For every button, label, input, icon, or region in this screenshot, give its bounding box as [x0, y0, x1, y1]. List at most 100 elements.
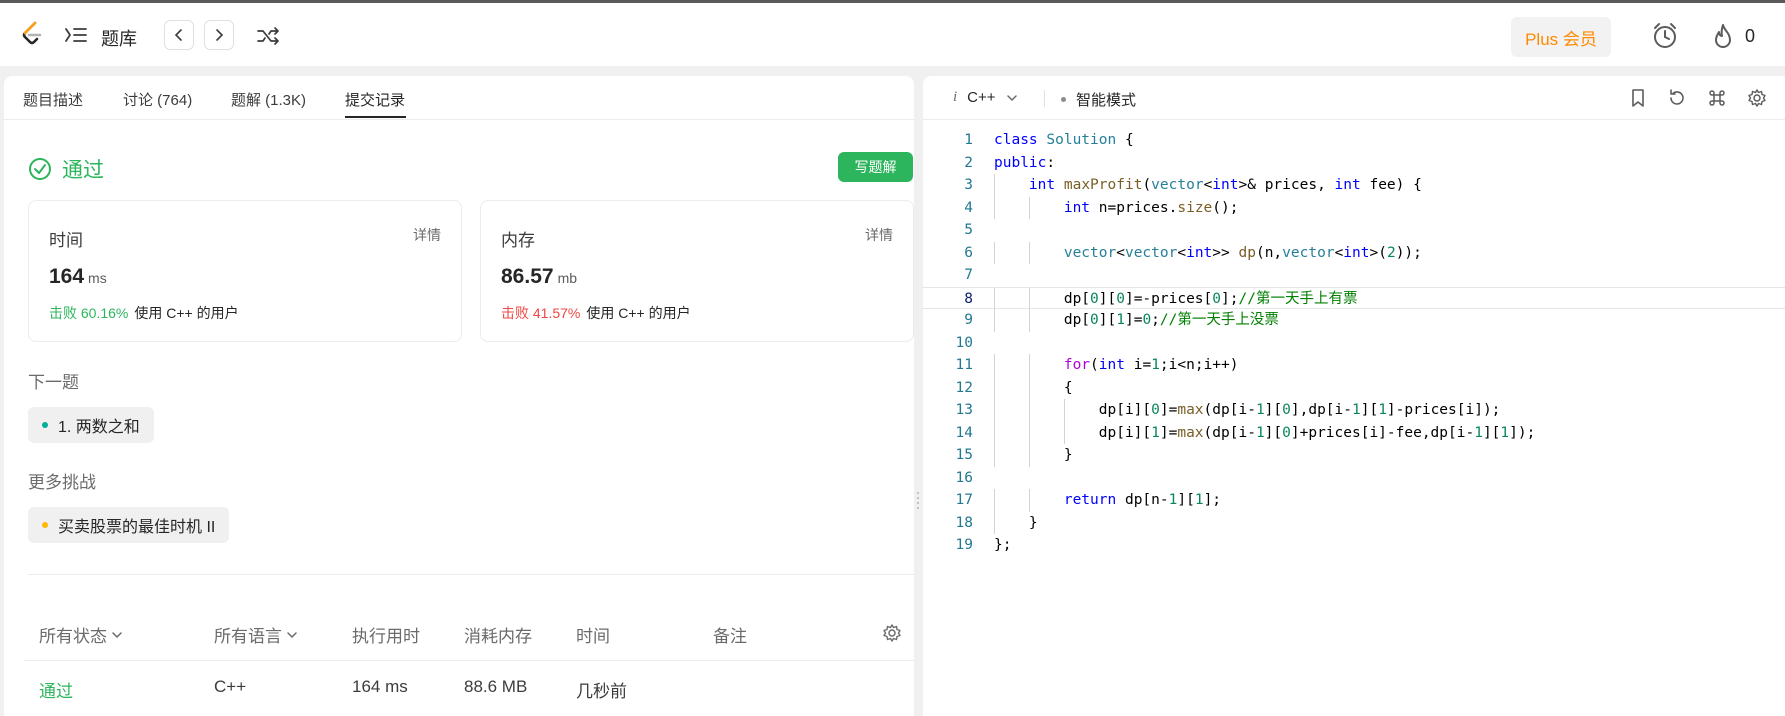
- chevron-right-icon: [216, 29, 224, 41]
- editor-toolbar: i C++ 智能模式: [923, 76, 1785, 120]
- line-number: 9: [964, 312, 973, 328]
- code-line[interactable]: 9 dp[0][1]=0;//第一天手上没票: [923, 309, 1785, 332]
- code-text: }: [994, 514, 1038, 531]
- line-number: 11: [955, 357, 973, 373]
- active-tab-indicator: [345, 116, 406, 118]
- table-header-divider: [24, 660, 914, 661]
- alarm-clock-icon[interactable]: [1651, 22, 1679, 50]
- language-select[interactable]: i C++: [953, 89, 1018, 106]
- line-number: 5: [964, 222, 973, 238]
- plus-member-button[interactable]: Plus 会员: [1511, 17, 1611, 57]
- code-line[interactable]: 8 dp[0][0]=-prices[0];//第一天手上有票: [923, 286, 1785, 310]
- code-text: }: [994, 447, 1073, 463]
- runtime-unit: ms: [88, 270, 107, 286]
- line-number: 14: [955, 424, 973, 441]
- next-problem-title: 下一题: [28, 373, 79, 392]
- chevron-down-icon: [1006, 94, 1017, 101]
- code-editor-panel: i C++ 智能模式 1 class Solution {2 public: 3 in…: [923, 76, 1785, 716]
- line-number: 13: [955, 402, 973, 418]
- chevron-down-icon: [112, 631, 122, 638]
- code-text: int maxProfit(vector<int>& prices, int f…: [1028, 177, 1422, 193]
- runtime-header: 执行用时: [352, 627, 420, 646]
- settings-icon[interactable]: [1747, 88, 1767, 108]
- next-problem-button[interactable]: [204, 20, 234, 50]
- code-text: dp[0][0]=-prices[0];//第一天手上有票: [994, 290, 1358, 307]
- code-line[interactable]: 7: [923, 264, 1785, 287]
- code-line[interactable]: 6 vector<vector<int>> dp(n,vector<int>(2…: [923, 241, 1785, 264]
- line-number: 12: [955, 379, 973, 396]
- line-number: 4: [964, 199, 973, 216]
- code-text: int n=prices.size();: [1063, 199, 1239, 216]
- more-challenge-chip[interactable]: 买卖股票的最佳时机 II: [28, 507, 230, 543]
- code-line[interactable]: 5: [923, 219, 1785, 242]
- code-line[interactable]: 1 class Solution {: [923, 129, 1785, 152]
- line-number: 10: [955, 334, 973, 351]
- line-number: 3: [964, 177, 973, 193]
- write-solution-button[interactable]: 写题解: [838, 152, 913, 182]
- row-status-link[interactable]: 通过: [39, 677, 73, 702]
- memory-value: 86.57: [501, 265, 554, 288]
- language-label: C++: [967, 89, 996, 106]
- code-line[interactable]: 2 public:: [923, 152, 1785, 175]
- next-problem-label: 1. 两数之和: [58, 419, 140, 436]
- row-runtime: 164 ms: [352, 677, 408, 696]
- code-line[interactable]: 16: [923, 467, 1785, 490]
- fire-icon[interactable]: [1711, 22, 1735, 50]
- line-number: 15: [955, 447, 973, 463]
- code-line[interactable]: 18 }: [923, 511, 1785, 534]
- next-problem-chip[interactable]: 1. 两数之和: [28, 407, 154, 443]
- line-number: 2: [964, 154, 973, 171]
- memory-header: 消耗内存: [464, 627, 532, 646]
- code-line[interactable]: 14 dp[i][1]=max(dp[i-1][0]+prices[i]-fee…: [923, 421, 1785, 444]
- leetcode-logo-icon[interactable]: [20, 21, 46, 47]
- memory-beat-text: 使用 C++ 的用户: [586, 305, 691, 321]
- runtime-detail-link[interactable]: 详情: [413, 225, 441, 245]
- bookmark-icon[interactable]: [1628, 88, 1648, 108]
- filter-language-label: 所有语言: [214, 627, 282, 646]
- code-line[interactable]: 12 {: [923, 376, 1785, 399]
- code-line[interactable]: 4 int n=prices.size();: [923, 196, 1785, 219]
- line-number: 7: [964, 267, 973, 283]
- tab-submissions[interactable]: 提交记录: [345, 89, 405, 110]
- chevron-left-icon: [174, 29, 182, 41]
- code-line[interactable]: 11 for(int i=1;i<n;i++): [923, 354, 1785, 377]
- runtime-value: 164: [49, 265, 85, 288]
- row-memory: 88.6 MB: [464, 677, 528, 696]
- divider: [28, 574, 914, 575]
- prev-problem-button[interactable]: [164, 20, 194, 50]
- filter-language-header[interactable]: 所有语言: [214, 622, 298, 647]
- filter-status-header[interactable]: 所有状态: [39, 622, 123, 647]
- check-circle-icon: [29, 158, 51, 180]
- more-challenges-title: 更多挑战: [28, 473, 96, 492]
- line-number: 18: [955, 514, 973, 531]
- problem-bank-title[interactable]: 题库: [101, 25, 137, 51]
- reset-icon[interactable]: [1667, 88, 1687, 108]
- memory-beat-percent: 击败 41.57%: [501, 305, 581, 321]
- easy-dot-icon: [42, 422, 48, 428]
- tab-discussion[interactable]: 讨论 (764): [123, 89, 192, 110]
- smart-mode-toggle[interactable]: 智能模式: [1061, 89, 1136, 110]
- code-text: dp[i][1]=max(dp[i-1][0]+prices[i]-fee,dp…: [994, 424, 1536, 441]
- gear-icon[interactable]: [882, 623, 902, 643]
- command-icon[interactable]: [1707, 88, 1727, 108]
- code-line[interactable]: 17 return dp[n-1][1];: [923, 489, 1785, 512]
- code-text: class Solution {: [994, 132, 1134, 148]
- tab-solutions[interactable]: 题解 (1.3K): [231, 89, 306, 110]
- code-line[interactable]: 3 int maxProfit(vector<int>& prices, int…: [923, 174, 1785, 197]
- memory-detail-link[interactable]: 详情: [865, 225, 893, 245]
- code-line[interactable]: 13 dp[i][0]=max(dp[i-1][0],dp[i-1][1]-pr…: [923, 399, 1785, 422]
- chevron-down-icon: [287, 631, 297, 638]
- code-area[interactable]: 1 class Solution {2 public: 3 int maxProfit…: [923, 129, 1785, 557]
- runtime-card: 时间 详情 164 ms 击败 60.16% 使用 C++ 的用户: [28, 200, 462, 342]
- shuffle-icon[interactable]: [256, 26, 280, 46]
- code-text: for(int i=1;i<n;i++): [1063, 357, 1239, 373]
- code-line[interactable]: 10: [923, 332, 1785, 355]
- tab-description[interactable]: 题目描述: [23, 89, 83, 110]
- memory-card: 内存 详情 86.57 mb 击败 41.57% 使用 C++ 的用户: [480, 200, 914, 342]
- code-text: {: [994, 379, 1073, 396]
- problem-list-icon[interactable]: [64, 25, 88, 45]
- fire-count: 0: [1745, 26, 1756, 46]
- code-line[interactable]: 15 }: [923, 444, 1785, 467]
- panel-resize-handle[interactable]: [916, 490, 920, 510]
- code-line[interactable]: 19};: [923, 534, 1785, 557]
